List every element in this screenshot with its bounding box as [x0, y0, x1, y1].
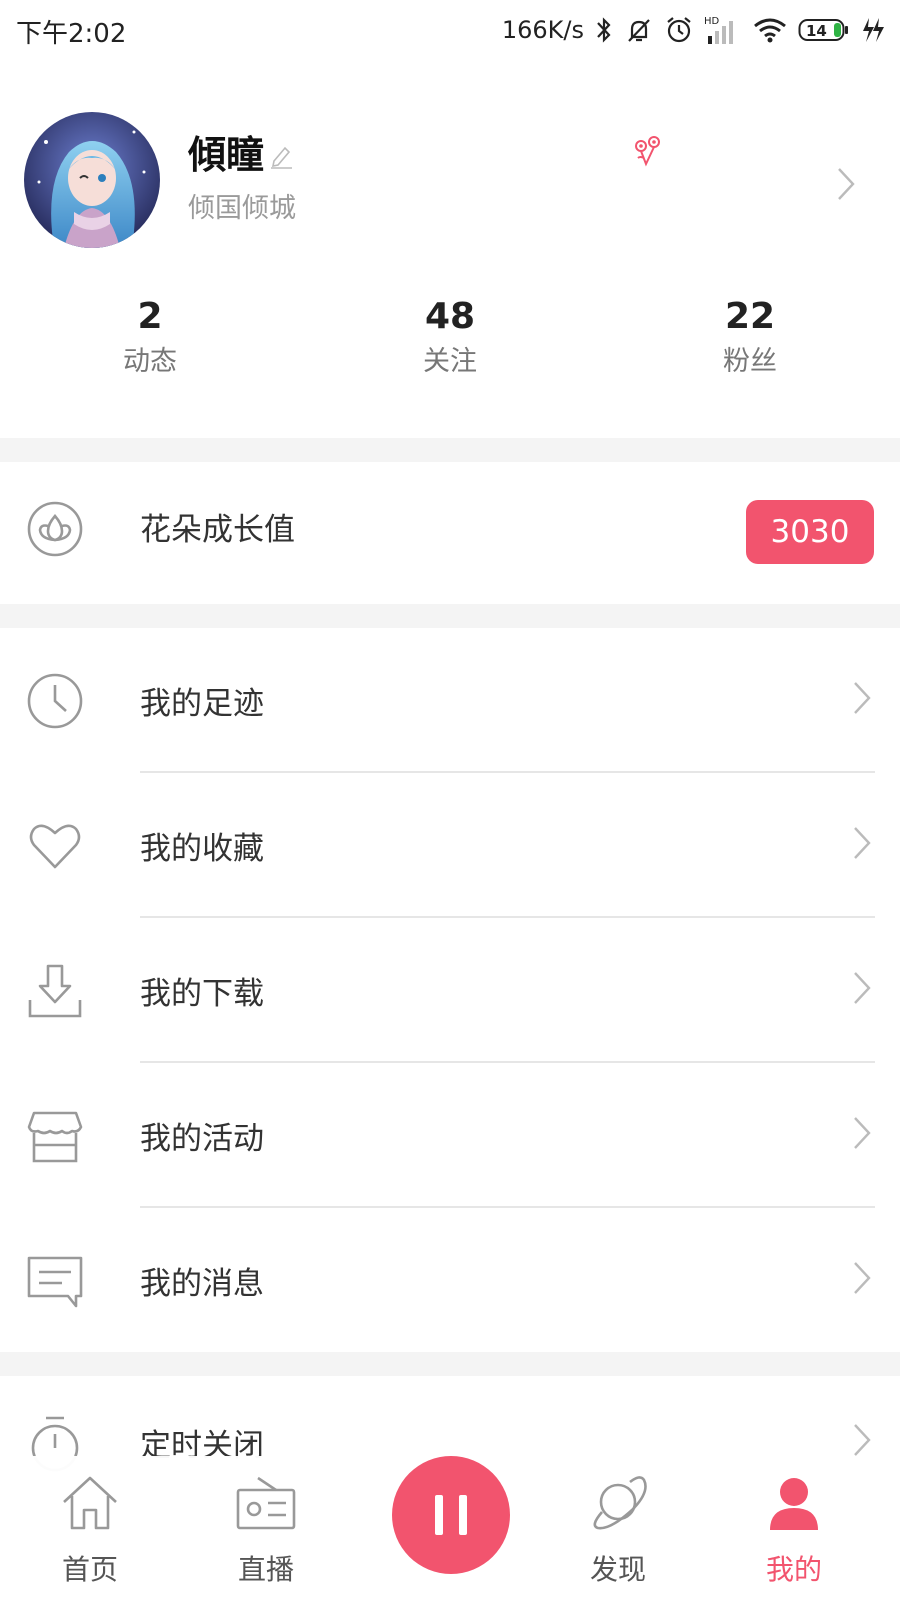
- home-icon: [63, 1476, 117, 1530]
- stat-label: 粉丝: [723, 346, 777, 377]
- pause-icon: [435, 1495, 467, 1535]
- status-icons: 166K/s HD 14: [502, 10, 884, 50]
- menu-item-label: 我的足迹: [140, 686, 264, 722]
- bluetooth-icon: [597, 17, 611, 43]
- nav-label: 首页: [61, 1553, 118, 1586]
- user-icon: [770, 1478, 818, 1530]
- charging-icon: [863, 18, 884, 42]
- profile-header[interactable]: 傾瞳 倾国倾城 2 动态 48 关注 22 粉丝: [0, 62, 900, 438]
- planet-icon: [593, 1476, 647, 1530]
- menu-item-label: 我的活动: [140, 1121, 264, 1157]
- heart-icon: [26, 817, 84, 879]
- bottom-nav: 首页 直播 发现 我的: [0, 1456, 900, 1600]
- alarm-icon: [667, 17, 691, 43]
- nav-discover[interactable]: 发现: [548, 1456, 688, 1600]
- chevron-right-icon: [852, 1115, 872, 1155]
- menu-item-favorites[interactable]: 我的收藏: [0, 773, 900, 917]
- stat-value: 2: [137, 296, 163, 337]
- download-icon: [26, 962, 84, 1024]
- stat-following[interactable]: 48 关注: [350, 294, 550, 380]
- nav-live[interactable]: 直播: [196, 1456, 336, 1600]
- section-gap: [0, 438, 900, 462]
- menu-item-messages[interactable]: 我的消息: [0, 1208, 900, 1352]
- signature: 倾国倾城: [188, 193, 296, 224]
- chevron-right-icon: [852, 970, 872, 1010]
- status-bar: 下午2:02 166K/s HD 14: [0, 0, 900, 62]
- stat-value: 48: [424, 296, 476, 337]
- username-row: 傾瞳: [188, 124, 294, 179]
- store-icon: [26, 1107, 84, 1169]
- flower-growth-label: 花朵成长值: [140, 512, 295, 548]
- nav-me[interactable]: 我的: [724, 1456, 864, 1600]
- stat-fans[interactable]: 22 粉丝: [650, 294, 850, 380]
- chevron-right-icon: [852, 680, 872, 720]
- hd-label: HD: [704, 16, 720, 27]
- mute-bell-icon: [628, 19, 650, 42]
- stat-label: 关注: [423, 346, 477, 377]
- menu-item-label: 我的下载: [140, 976, 264, 1012]
- battery-icon: 14: [798, 19, 848, 41]
- avatar[interactable]: [24, 112, 160, 248]
- nav-label: 直播: [237, 1553, 294, 1586]
- stat-posts[interactable]: 2 动态: [50, 294, 250, 380]
- signal-icon: HD: [704, 16, 733, 44]
- flower-badge-icon[interactable]: [630, 134, 666, 174]
- message-icon: [26, 1252, 84, 1314]
- menu-item-footprints[interactable]: 我的足迹: [0, 628, 900, 772]
- pause-button[interactable]: [392, 1456, 510, 1574]
- profile-chevron-icon[interactable]: [836, 166, 856, 206]
- battery-level: 14: [806, 22, 827, 40]
- clock-icon: [26, 672, 84, 734]
- menu-item-label: 我的消息: [140, 1266, 264, 1302]
- section-gap: [0, 604, 900, 628]
- nav-label: 我的: [765, 1553, 822, 1586]
- section-gap: [0, 1352, 900, 1376]
- menu-item-activities[interactable]: 我的活动: [0, 1063, 900, 1207]
- network-speed: 166K/s: [501, 16, 584, 44]
- flower-growth-row[interactable]: 花朵成长值 3030: [0, 462, 900, 604]
- flower-growth-value: 3030: [746, 500, 874, 564]
- nav-label: 发现: [589, 1553, 646, 1586]
- lotus-icon: [26, 500, 84, 562]
- avatar-image: [24, 112, 160, 248]
- profile-stats: 2 动态 48 关注 22 粉丝: [0, 294, 900, 394]
- stat-value: 22: [724, 296, 776, 337]
- radio-icon: [236, 1476, 296, 1530]
- chevron-right-icon: [852, 825, 872, 865]
- wifi-icon: [754, 18, 786, 43]
- menu-item-downloads[interactable]: 我的下载: [0, 918, 900, 1062]
- edit-pencil-icon[interactable]: [268, 143, 294, 173]
- menu-item-label: 我的收藏: [140, 831, 264, 867]
- status-time: 下午2:02: [16, 19, 127, 49]
- username: 傾瞳: [188, 133, 265, 177]
- chevron-right-icon: [852, 1260, 872, 1300]
- stat-label: 动态: [123, 346, 177, 377]
- nav-home[interactable]: 首页: [20, 1456, 160, 1600]
